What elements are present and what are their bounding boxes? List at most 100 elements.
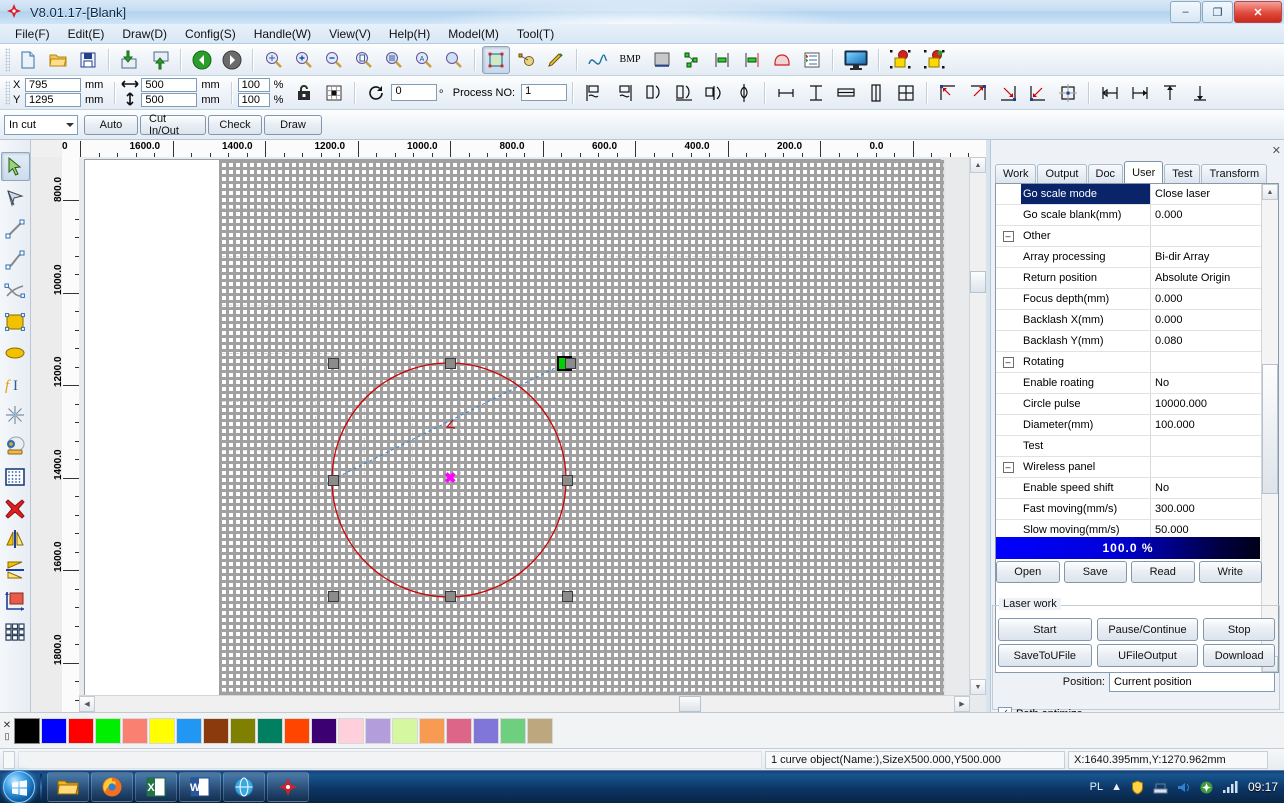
handle-origin-marker[interactable] xyxy=(565,358,576,369)
menu-view[interactable]: View(V) xyxy=(320,25,380,43)
download-button[interactable]: Download xyxy=(1203,644,1276,667)
dock-close-icon[interactable]: ✕ xyxy=(1272,144,1281,157)
set-origin-icon[interactable] xyxy=(1,586,30,615)
property-row[interactable]: Circle pulse 10000.000 xyxy=(996,394,1278,415)
selected-shape-layer[interactable] xyxy=(85,160,940,696)
stop-button[interactable]: Stop xyxy=(1203,618,1276,641)
horizontal-scroll-thumb[interactable] xyxy=(679,696,701,712)
color-swatch[interactable] xyxy=(68,718,94,744)
property-row[interactable]: Focus depth(mm) 0.000 xyxy=(996,289,1278,310)
width-input[interactable]: 500 xyxy=(141,78,198,92)
offset-icon[interactable] xyxy=(738,46,766,74)
save-to-ufile-button[interactable]: SaveToUFile xyxy=(998,644,1092,667)
property-value[interactable]: Absolute Origin xyxy=(1151,268,1278,288)
handle-top-center[interactable] xyxy=(445,358,456,369)
color-swatch[interactable] xyxy=(446,718,472,744)
scale-y-input[interactable]: 100 xyxy=(237,93,270,107)
ellipse-tool-icon[interactable] xyxy=(1,338,30,367)
scroll-down-button[interactable]: ▼ xyxy=(970,679,986,695)
dist-right-icon[interactable] xyxy=(1126,79,1154,107)
menu-tool[interactable]: Tool(T) xyxy=(508,25,563,43)
handle-bottom-right[interactable] xyxy=(562,591,573,602)
config-open-button[interactable]: Open xyxy=(996,561,1060,583)
property-grid-scrollbar[interactable]: ▲ ▼ xyxy=(1261,184,1278,672)
toolbar-grip[interactable] xyxy=(5,47,10,72)
property-value[interactable]: 0.000 xyxy=(1151,289,1278,309)
zoom-in-icon[interactable] xyxy=(290,46,318,74)
menu-config[interactable]: Config(S) xyxy=(176,25,245,43)
property-value[interactable]: No xyxy=(1151,373,1278,393)
taskbar-clock[interactable]: 09:17 xyxy=(1248,780,1278,794)
start-button[interactable]: Start xyxy=(998,618,1092,641)
layer-list-icon[interactable] xyxy=(798,46,826,74)
property-row[interactable]: Diameter(mm) 100.000 xyxy=(996,415,1278,436)
tab-output[interactable]: Output xyxy=(1037,164,1087,183)
draw-button[interactable]: Draw xyxy=(264,114,322,135)
mirror-vertical-icon[interactable] xyxy=(1,555,30,584)
mirror-horizontal-icon[interactable] xyxy=(1,524,30,553)
excel-icon[interactable]: X xyxy=(135,772,177,802)
handle-bottom-center[interactable] xyxy=(445,591,456,602)
align-node-icon[interactable] xyxy=(708,46,736,74)
process-no-input[interactable]: 1 xyxy=(521,84,568,101)
property-row[interactable]: Enable speed shift No xyxy=(996,478,1278,499)
property-value[interactable] xyxy=(1151,226,1278,246)
drawing-board[interactable]: ✖ xyxy=(79,157,986,712)
work-page[interactable]: ✖ xyxy=(84,159,944,697)
palette-close-icon[interactable]: ✕ ▯ xyxy=(0,720,14,742)
curve-icon[interactable] xyxy=(584,46,612,74)
color-swatch[interactable] xyxy=(419,718,445,744)
menu-draw[interactable]: Draw(D) xyxy=(113,25,176,43)
menu-edit[interactable]: Edit(E) xyxy=(59,25,114,43)
collapse-expand-icon[interactable]: – xyxy=(1002,461,1014,473)
property-row[interactable]: Backlash Y(mm) 0.080 xyxy=(996,331,1278,352)
polyline-tool-icon[interactable] xyxy=(1,245,30,274)
color-swatch[interactable] xyxy=(95,718,121,744)
windows-start-orb[interactable] xyxy=(3,771,35,803)
property-row[interactable]: Return position Absolute Origin xyxy=(996,268,1278,289)
same-height-icon[interactable] xyxy=(802,79,830,107)
tray-signal-icon[interactable] xyxy=(1222,780,1238,794)
lock-aspect-icon[interactable] xyxy=(290,79,318,107)
handle-mid-left[interactable] xyxy=(328,475,339,486)
close-button[interactable]: ✕ xyxy=(1234,1,1282,23)
scroll-up-button[interactable]: ▲ xyxy=(970,157,986,173)
tray-laser-icon[interactable] xyxy=(1199,780,1214,795)
same-size-h-icon[interactable] xyxy=(832,79,860,107)
dome-icon[interactable] xyxy=(768,46,796,74)
color-swatch[interactable] xyxy=(284,718,310,744)
color-swatch[interactable] xyxy=(176,718,202,744)
node-group-icon[interactable] xyxy=(678,46,706,74)
property-row[interactable]: Go scale mode Close laser xyxy=(996,184,1278,205)
property-row[interactable]: – Rotating xyxy=(996,352,1278,373)
minimize-button[interactable]: – xyxy=(1170,1,1201,23)
pause-continue-button[interactable]: Pause/Continue xyxy=(1096,618,1199,641)
vertical-scroll-thumb[interactable] xyxy=(970,271,986,293)
group-icon[interactable] xyxy=(886,46,918,74)
color-swatch[interactable] xyxy=(203,718,229,744)
property-value[interactable] xyxy=(1151,352,1278,372)
undo-icon[interactable] xyxy=(188,46,216,74)
canvas-vertical-scrollbar[interactable]: ▲ ▼ xyxy=(969,157,986,695)
tab-test[interactable]: Test xyxy=(1164,164,1201,183)
canvas-horizontal-scrollbar[interactable]: ◀ ▶ xyxy=(79,695,970,712)
text-tool-icon[interactable]: fI xyxy=(1,369,30,398)
check-button[interactable]: Check xyxy=(208,114,262,135)
property-row[interactable]: Backlash X(mm) 0.000 xyxy=(996,310,1278,331)
config-read-button[interactable]: Read xyxy=(1131,561,1195,583)
same-width-icon[interactable] xyxy=(772,79,800,107)
align-bottom-icon[interactable] xyxy=(670,79,698,107)
center-origin-icon[interactable] xyxy=(1054,79,1082,107)
maximize-button[interactable]: ❐ xyxy=(1202,1,1233,23)
zoom-page-icon[interactable] xyxy=(350,46,378,74)
auto-button[interactable]: Auto xyxy=(84,114,138,135)
corner-topleft-icon[interactable] xyxy=(934,79,962,107)
tray-shield-icon[interactable] xyxy=(1130,779,1145,795)
same-size-v-icon[interactable] xyxy=(862,79,890,107)
color-swatch[interactable] xyxy=(122,718,148,744)
delete-icon[interactable] xyxy=(1,493,30,522)
rectangle-tool-icon[interactable] xyxy=(1,307,30,336)
handle-bottom-left[interactable] xyxy=(328,591,339,602)
camera-tool-icon[interactable] xyxy=(1,431,30,460)
height-input[interactable]: 500 xyxy=(141,93,198,107)
